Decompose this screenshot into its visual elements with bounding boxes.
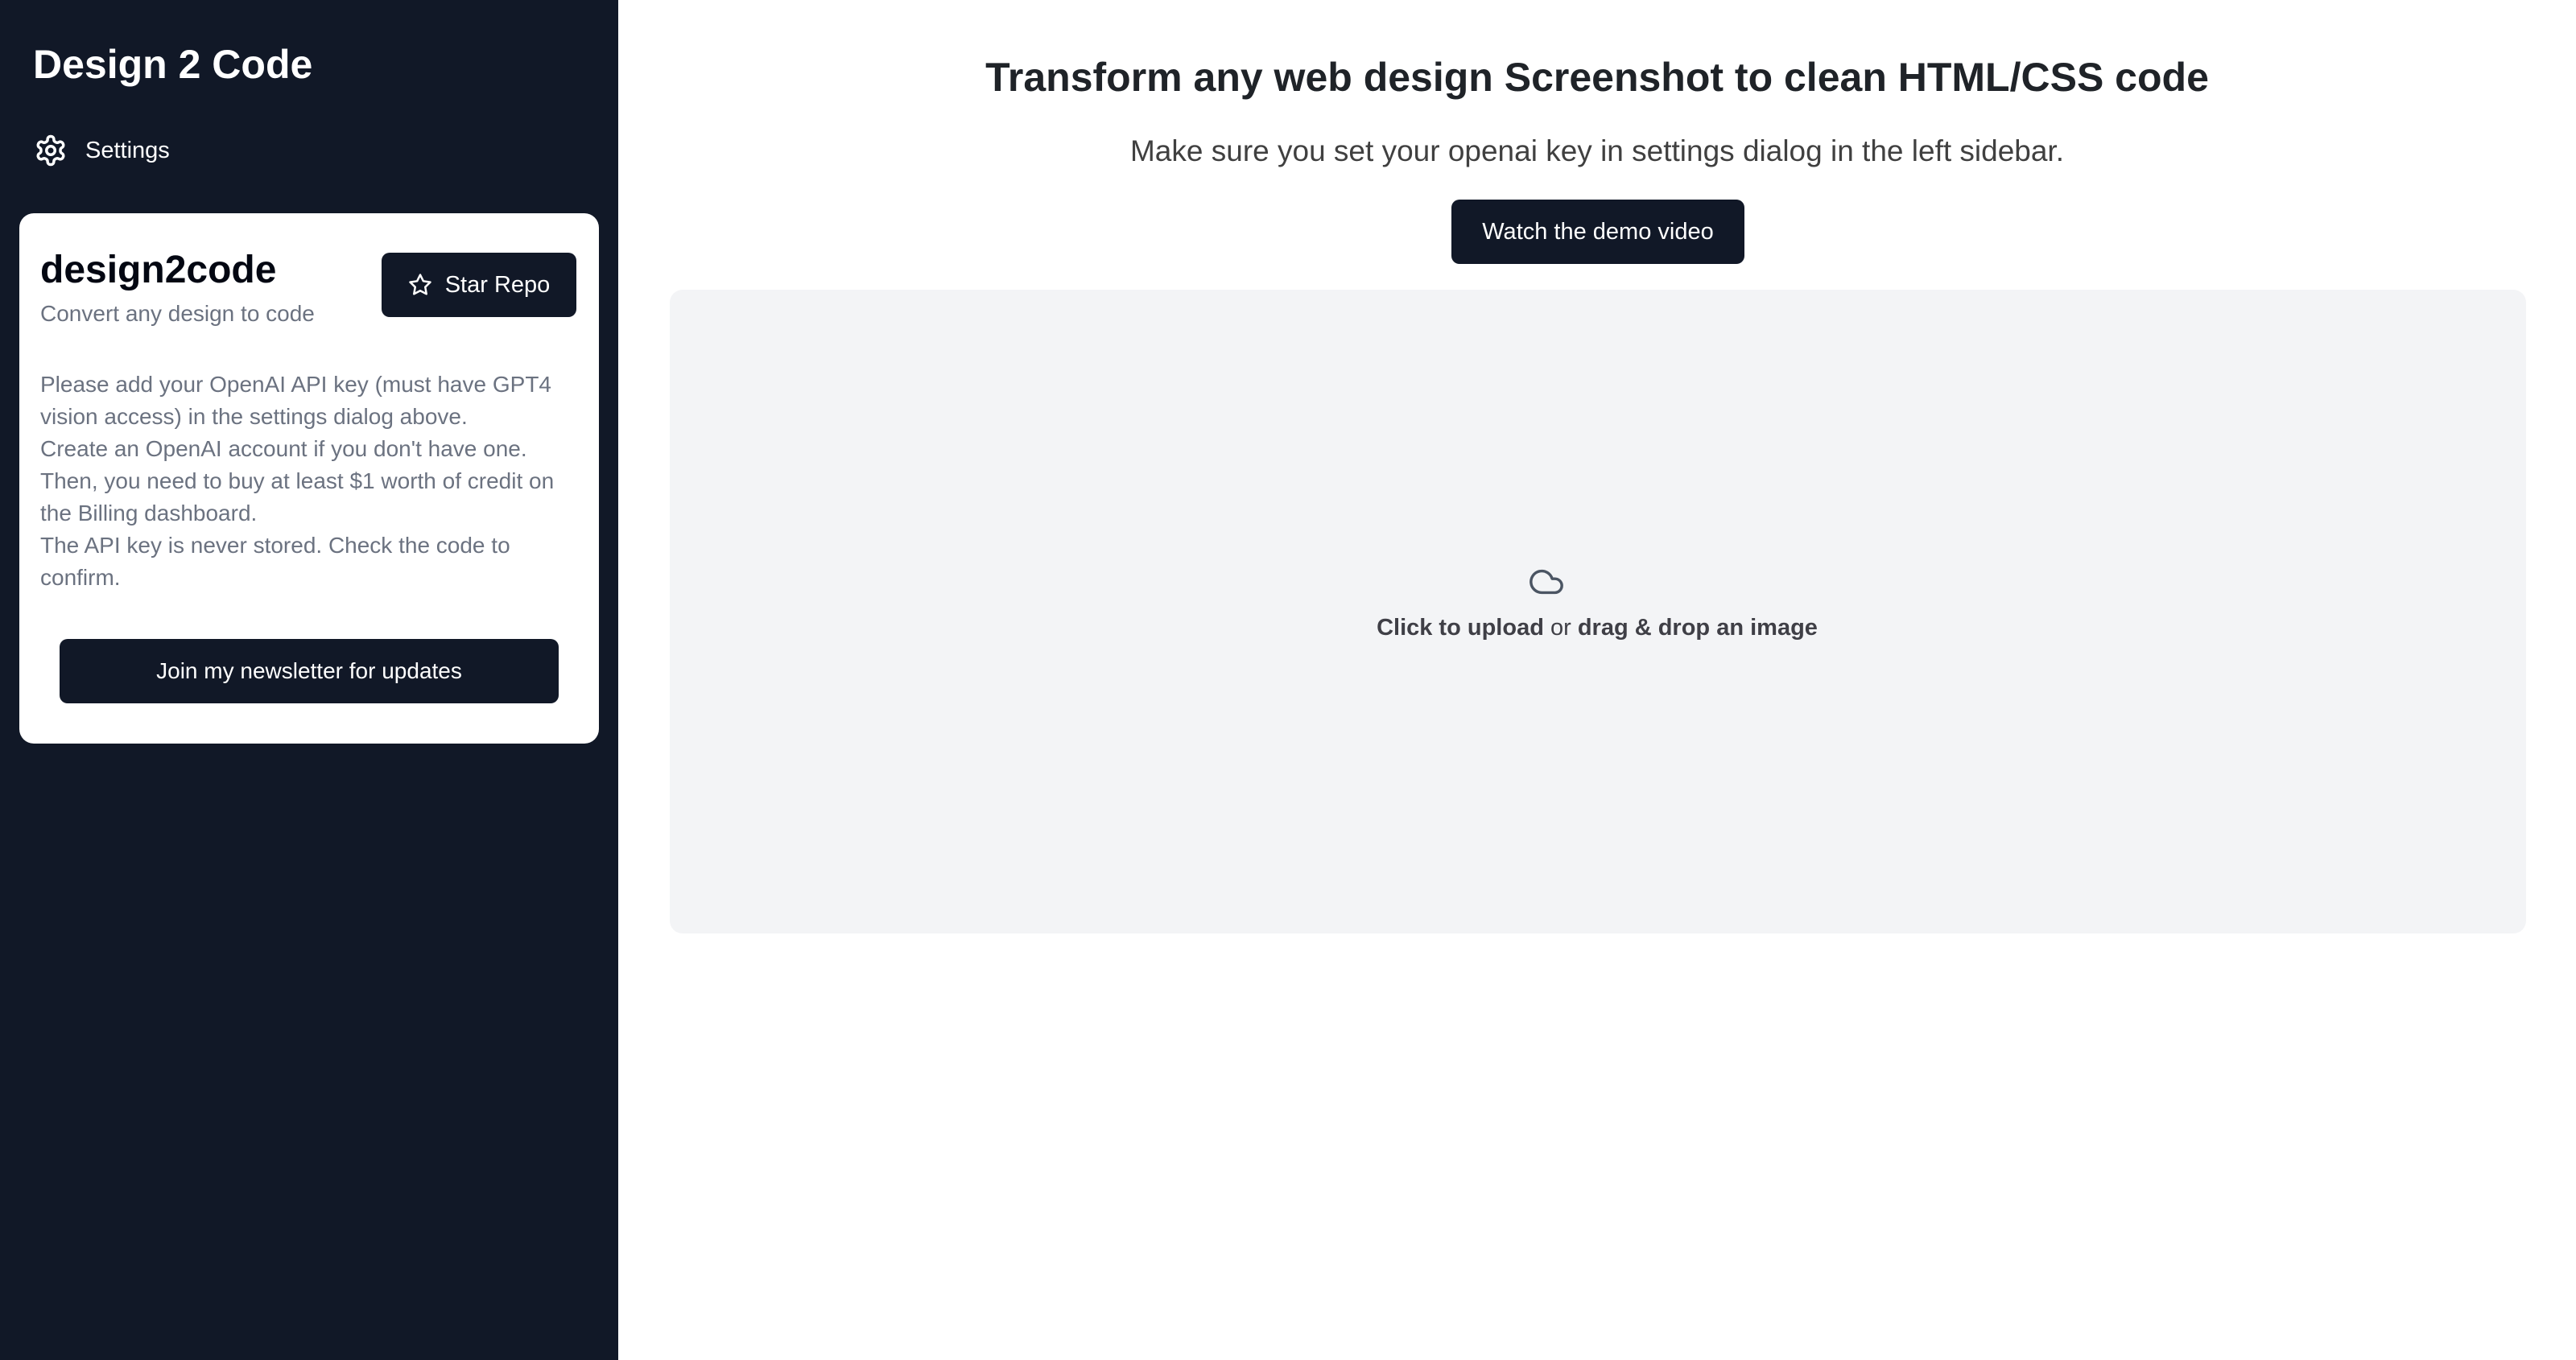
sidebar: Design 2 Code Settings design2code Conve… xyxy=(0,0,618,1360)
page-title: Transform any web design Screenshot to c… xyxy=(985,55,2209,100)
dropzone-connector: or xyxy=(1543,615,1578,641)
drag-drop-text: drag & drop an image xyxy=(1577,615,1818,641)
app-root: Design 2 Code Settings design2code Conve… xyxy=(0,0,2576,1360)
dropzone-text: Click to upload or drag & drop an image xyxy=(618,612,2576,644)
settings-button[interactable]: Settings xyxy=(34,130,170,171)
main-content: Transform any web design Screenshot to c… xyxy=(618,0,2576,1360)
app-title: Design 2 Code xyxy=(33,42,313,87)
card-subtitle: Convert any design to code xyxy=(40,301,315,326)
cloud-icon xyxy=(1528,563,1565,600)
star-repo-button[interactable]: Star Repo xyxy=(382,253,576,317)
page-subtitle: Make sure you set your openai key in set… xyxy=(1129,134,2064,167)
gear-icon xyxy=(34,134,68,167)
settings-label: Settings xyxy=(85,137,170,163)
watch-demo-button[interactable]: Watch the demo video xyxy=(1451,200,1744,264)
info-line: The API key is never stored. Check the c… xyxy=(40,533,510,590)
star-icon xyxy=(408,273,432,297)
card-title: design2code xyxy=(40,249,277,291)
star-repo-label: Star Repo xyxy=(444,271,551,298)
info-line: Please add your OpenAI API key (must hav… xyxy=(40,372,551,429)
click-to-upload-link[interactable]: Click to upload xyxy=(1377,615,1544,641)
card-info: Please add your OpenAI API key (must hav… xyxy=(40,369,564,594)
info-line: Create an OpenAI account if you don't ha… xyxy=(40,436,555,525)
newsletter-button[interactable]: Join my newsletter for updates xyxy=(60,639,559,703)
